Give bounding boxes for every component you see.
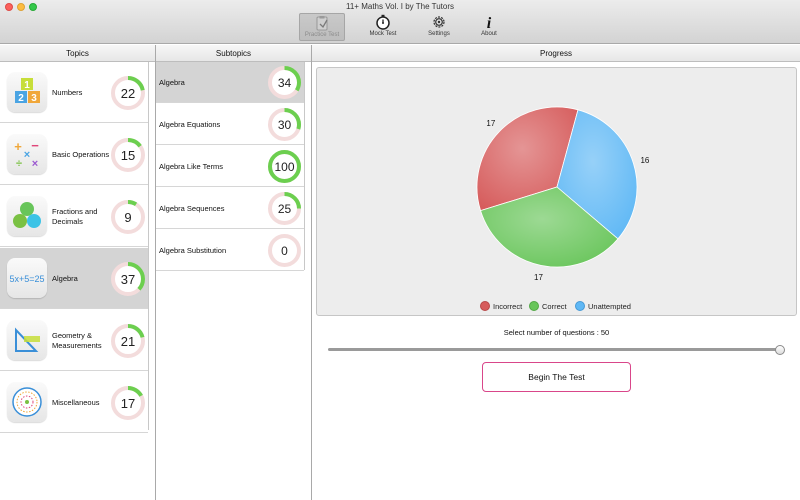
mock-test-button[interactable]: Mock Test: [360, 13, 406, 41]
title-toolbar: 11+ Maths Vol. I by The Tutors Practice …: [0, 0, 800, 44]
subtopics-header: Subtopics: [156, 45, 311, 62]
subtopic-label: Algebra: [159, 78, 185, 87]
about-button[interactable]: i About: [466, 13, 512, 41]
questions-count-label: Select number of questions : 50: [503, 328, 610, 337]
info-icon: i: [487, 15, 492, 30]
progress-value: 21: [120, 333, 136, 349]
svg-text:+: +: [14, 139, 22, 154]
legend-label: Correct: [542, 301, 567, 311]
column-divider: [311, 45, 312, 500]
progress-value: 0: [281, 243, 288, 258]
topic-row-miscellaneous[interactable]: Miscellaneous 17: [0, 372, 148, 433]
topic-label: Numbers: [52, 87, 83, 97]
svg-text:−: −: [31, 138, 39, 153]
progress-value: 9: [124, 209, 132, 225]
progress-ring: 15: [111, 138, 145, 172]
clipboard-icon: [316, 16, 328, 31]
topic-label: Miscellaneous: [52, 397, 100, 407]
begin-test-button[interactable]: Begin The Test: [482, 362, 631, 392]
subtopic-label: Algebra Sequences: [159, 204, 225, 213]
topic-label: Algebra: [52, 273, 78, 283]
legend-label: Unattempted: [588, 301, 631, 311]
svg-text:3: 3: [31, 93, 37, 104]
miscellaneous-icon: [7, 382, 47, 422]
topics-scroll-edge: [148, 62, 149, 430]
progress-ring: 30: [268, 108, 301, 141]
fractions-icon: [7, 196, 47, 236]
basic-operations-icon: + − × ÷ ×: [7, 134, 47, 174]
legend-label: Incorrect: [493, 301, 523, 311]
window-title: 11+ Maths Vol. I by The Tutors: [346, 2, 454, 11]
subtopics-scroll-edge: [304, 62, 305, 270]
slider-knob[interactable]: [775, 345, 785, 355]
subtopic-label: Algebra Like Terms: [159, 162, 224, 171]
progress-ring: 22: [111, 76, 145, 110]
svg-text:2: 2: [18, 93, 24, 104]
settings-label: Settings: [428, 31, 450, 37]
algebra-icon: 5x+5=25: [7, 258, 47, 298]
progress-ring: 37: [111, 262, 145, 296]
progress-value: 30: [277, 117, 292, 132]
progress-ring: 17: [111, 386, 145, 420]
progress-value: 22: [120, 85, 136, 101]
topic-row-fractions-decimals[interactable]: Fractions and Decimals 9: [0, 186, 148, 247]
topic-row-basic-operations[interactable]: + − × ÷ × Basic Operations 15: [0, 124, 148, 185]
topic-label: Fractions and Decimals: [52, 206, 98, 226]
legend-correct: Correct: [529, 301, 567, 311]
legend-unattempted: Unattempted: [575, 301, 631, 311]
svg-text:i: i: [487, 15, 492, 30]
topic-label: Geometry & Measurements: [52, 330, 102, 350]
practice-test-label: Practice Test: [304, 32, 340, 38]
subtopic-row-algebra-substitution[interactable]: Algebra Substitution 0: [156, 230, 304, 271]
svg-text:×: ×: [24, 149, 30, 161]
topic-row-algebra[interactable]: 5x+5=25 Algebra 37: [0, 248, 148, 309]
progress-ring: 21: [111, 324, 145, 358]
progress-ring: 25: [268, 192, 301, 225]
mock-test-label: Mock Test: [369, 31, 397, 37]
subtopic-row-algebra-equations[interactable]: Algebra Equations 30: [156, 104, 304, 145]
legend-dot-correct: [529, 301, 539, 311]
progress-ring: 0: [268, 234, 301, 267]
progress-value: 15: [120, 147, 136, 163]
legend-dot-incorrect: [480, 301, 490, 311]
pie-data-label: 16: [640, 156, 649, 165]
progress-ring: 9: [111, 200, 145, 234]
pie-chart-panel: 17 16 17: [316, 67, 797, 316]
progress-value: 34: [277, 75, 292, 90]
subtopic-label: Algebra Equations: [159, 120, 221, 129]
pie-data-label: 17: [534, 273, 543, 282]
legend-incorrect: Incorrect: [480, 301, 522, 311]
topic-row-geometry[interactable]: Geometry & Measurements 21: [0, 310, 148, 371]
svg-text:1: 1: [24, 80, 30, 91]
stopwatch-icon: [376, 14, 390, 30]
progress-header: Progress: [312, 45, 800, 62]
geometry-icon: [7, 320, 47, 360]
progress-value: 17: [120, 395, 136, 411]
progress-ring: 34: [268, 66, 301, 99]
gear-icon: [433, 16, 445, 28]
about-label: About: [481, 31, 497, 37]
progress-ring: 100: [268, 150, 301, 183]
svg-text:÷: ÷: [16, 158, 22, 170]
practice-test-button[interactable]: Practice Test: [299, 13, 345, 41]
pie-data-label: 17: [486, 119, 495, 128]
pie-chart: 17 16 17: [476, 106, 650, 282]
questions-slider[interactable]: [328, 348, 780, 351]
legend-dot-unattempted: [575, 301, 585, 311]
topics-header: Topics: [0, 45, 155, 62]
svg-text:5x+5=25: 5x+5=25: [9, 274, 44, 284]
settings-button[interactable]: Settings: [416, 13, 462, 41]
topic-row-numbers[interactable]: 1 2 3 Numbers 22: [0, 62, 148, 123]
subtopic-row-algebra-sequences[interactable]: Algebra Sequences 25: [156, 188, 304, 229]
progress-value: 37: [120, 271, 136, 287]
progress-value: 25: [277, 201, 292, 216]
progress-value: 100: [274, 159, 295, 174]
subtopic-label: Algebra Substitution: [159, 246, 227, 255]
subtopic-row-algebra-like-terms[interactable]: Algebra Like Terms 100: [156, 146, 304, 187]
topic-label: Basic Operations: [52, 149, 110, 159]
numbers-icon: 1 2 3: [7, 72, 47, 112]
subtopic-row-algebra[interactable]: Algebra 34: [156, 62, 304, 103]
svg-text:×: ×: [32, 158, 38, 170]
